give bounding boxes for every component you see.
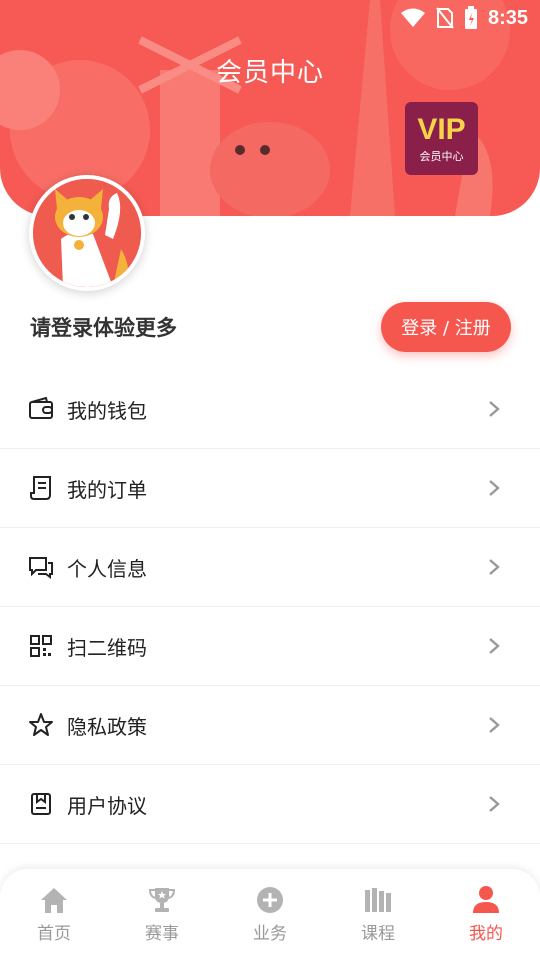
menu-item-wallet[interactable]: 我的钱包 <box>0 370 540 449</box>
nav-item-home[interactable]: 首页 <box>0 869 108 960</box>
menu-item-label: 用户协议 <box>67 793 147 818</box>
status-bar: 8:35 <box>0 0 540 36</box>
chevron-right-icon <box>489 638 500 654</box>
vip-label: VIP <box>417 112 466 146</box>
qrcode-icon <box>28 633 54 659</box>
menu-item-label: 我的钱包 <box>67 398 147 423</box>
battery-icon <box>464 6 477 29</box>
menu-list: 我的钱包 我的订单 个人信息 扫二维码 隐私政策 用户协议 <box>0 370 540 844</box>
books-icon <box>363 885 393 915</box>
login-register-button[interactable]: 登录 / 注册 <box>381 302 511 352</box>
chevron-right-icon <box>489 480 500 496</box>
menu-item-scan-qrcode[interactable]: 扫二维码 <box>0 607 540 686</box>
nav-label: 赛事 <box>145 924 179 944</box>
wallet-icon <box>28 396 54 422</box>
menu-item-label: 个人信息 <box>67 556 147 581</box>
nav-label: 首页 <box>37 924 71 944</box>
avatar-image <box>33 179 141 287</box>
menu-item-label: 我的订单 <box>67 477 147 502</box>
menu-item-orders[interactable]: 我的订单 <box>0 449 540 528</box>
chevron-right-icon <box>489 717 500 733</box>
nav-item-courses[interactable]: 课程 <box>324 869 432 960</box>
nav-item-mine[interactable]: 我的 <box>432 869 540 960</box>
menu-item-label: 隐私政策 <box>67 714 147 739</box>
menu-item-user-agreement[interactable]: 用户协议 <box>0 765 540 844</box>
page-title: 会员中心 <box>215 58 324 88</box>
no-sim-icon <box>436 7 454 29</box>
nav-label: 课程 <box>361 924 395 944</box>
plus-circle-icon <box>255 885 285 915</box>
star-icon <box>28 712 54 738</box>
vip-sub-label: 会员中心 <box>419 149 464 163</box>
nav-item-events[interactable]: 赛事 <box>108 869 216 960</box>
order-icon <box>28 475 54 501</box>
chat-icon <box>28 554 54 580</box>
user-icon <box>471 885 501 915</box>
nav-item-business[interactable]: 业务 <box>216 869 324 960</box>
chevron-right-icon <box>489 559 500 575</box>
document-icon <box>28 791 54 817</box>
nav-label: 我的 <box>469 924 503 944</box>
cat-avatar-icon <box>33 179 141 287</box>
trophy-icon <box>147 885 177 915</box>
vip-badge[interactable]: VIP 会员中心 <box>405 102 478 175</box>
bottom-nav: 首页 赛事 业务 课程 我的 <box>0 869 540 960</box>
menu-item-privacy-policy[interactable]: 隐私政策 <box>0 686 540 765</box>
avatar[interactable] <box>29 175 145 291</box>
status-time: 8:35 <box>487 6 528 29</box>
chevron-right-icon <box>489 796 500 812</box>
home-icon <box>39 885 69 915</box>
menu-item-label: 扫二维码 <box>67 635 147 660</box>
login-prompt: 请登录体验更多 <box>30 316 177 340</box>
nav-label: 业务 <box>253 924 287 944</box>
wifi-icon <box>400 8 425 27</box>
chevron-right-icon <box>489 401 500 417</box>
menu-item-personal-info[interactable]: 个人信息 <box>0 528 540 607</box>
